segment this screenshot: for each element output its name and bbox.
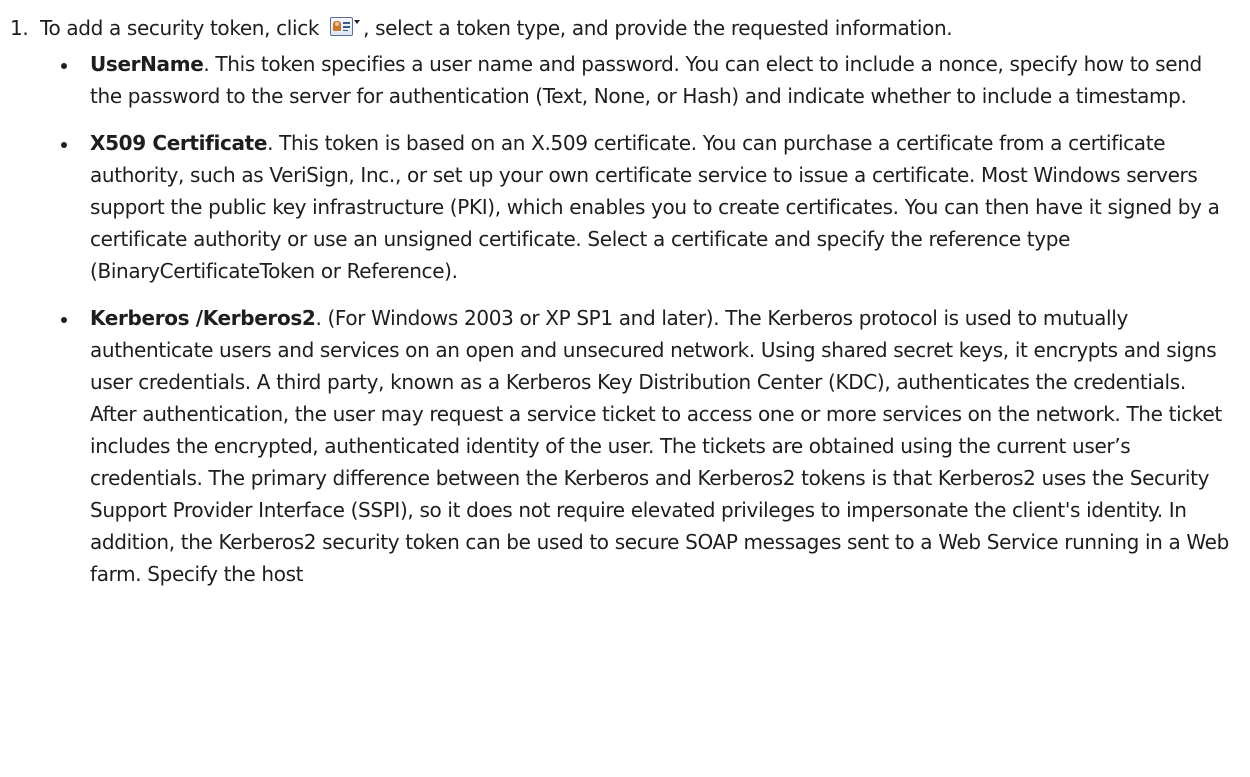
bullet-icon	[61, 317, 67, 323]
token-description: . (For Windows 2003 or XP SP1 and later)…	[90, 306, 1229, 586]
step-number: 1.	[10, 16, 29, 40]
token-term: X509 Certificate	[90, 131, 268, 155]
token-type-list: UserName. This token specifies a user na…	[58, 48, 1230, 605]
list-item-kerberos: Kerberos /Kerberos2. (For Windows 2003 o…	[58, 302, 1230, 590]
step-text-start: To add a security token, click	[40, 16, 326, 40]
list-item-username: UserName. This token specifies a user na…	[58, 48, 1230, 112]
step-text-end: , select a token type, and provide the r…	[363, 16, 953, 40]
bullet-icon	[61, 142, 67, 148]
step-1: 1. To add a security token, click , selec…	[10, 12, 1240, 44]
document-page: 1. To add a security token, click , selec…	[0, 0, 1250, 777]
dropdown-arrow-icon	[354, 20, 361, 24]
bullet-icon	[61, 63, 67, 69]
add-security-token-button[interactable]	[326, 14, 362, 38]
token-term: Kerberos /Kerberos2	[90, 306, 316, 330]
security-token-card-icon	[330, 17, 354, 36]
token-description: . This token specifies a user name and p…	[90, 52, 1202, 108]
token-term: UserName	[90, 52, 204, 76]
list-item-x509-certificate: X509 Certificate. This token is based on…	[58, 127, 1230, 287]
